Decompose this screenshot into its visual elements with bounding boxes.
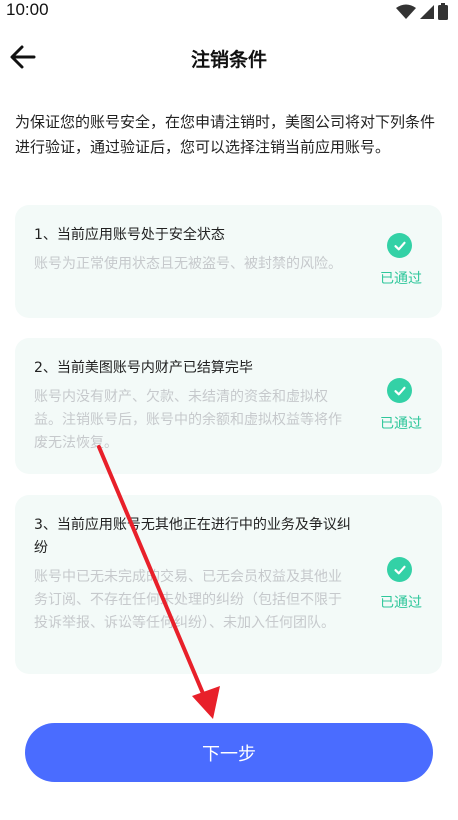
condition-title: 3、当前应用账号无其他正在进行中的业务及争议纠纷	[34, 517, 351, 556]
check-circle-icon	[387, 378, 412, 403]
page-title: 注销条件	[190, 49, 267, 71]
condition-card-3: 3、当前应用账号无其他正在进行中的业务及争议纠纷 账号中已无未完成的交易、已无会…	[15, 495, 442, 674]
check-circle-icon	[387, 557, 412, 582]
wifi-icon	[396, 4, 416, 24]
condition-title: 1、当前应用账号处于安全状态	[34, 227, 225, 243]
condition-description: 账号中已无未完成的交易、已无会员权益及其他业务订阅、不存在任何未处理的纠纷（包括…	[34, 569, 342, 631]
status-passed-label: 已通过	[380, 416, 422, 432]
check-circle-icon	[387, 233, 412, 258]
battery-icon	[438, 3, 448, 24]
status-bar: 10:00	[0, 0, 458, 24]
status-passed-label: 已通过	[380, 271, 422, 287]
condition-title: 2、当前美图账号内财产已结算完毕	[34, 360, 253, 376]
condition-description: 账号内没有财产、欠款、未结清的资金和虚拟权益。注销账号后，账号中的余额和虚拟权益…	[34, 389, 342, 451]
status-passed-label: 已通过	[380, 595, 422, 611]
status-time: 10:00	[6, 0, 49, 19]
cellular-signal-icon	[420, 4, 434, 24]
condition-card-2: 2、当前美图账号内财产已结算完毕 账号内没有财产、欠款、未结清的资金和虚拟权益。…	[15, 338, 442, 474]
header: 注销条件	[0, 38, 458, 78]
intro-text: 为保证您的账号安全，在您申请注销时，美图公司将对下列条件进行验证，通过验证后，您…	[15, 113, 436, 156]
status-icons	[396, 3, 448, 24]
condition-description: 账号为正常使用状态且无被盗号、被封禁的风险。	[34, 256, 342, 272]
next-step-button[interactable]: 下一步	[25, 723, 433, 782]
condition-card-1: 1、当前应用账号处于安全状态 账号为正常使用状态且无被盗号、被封禁的风险。 已通…	[15, 205, 442, 318]
